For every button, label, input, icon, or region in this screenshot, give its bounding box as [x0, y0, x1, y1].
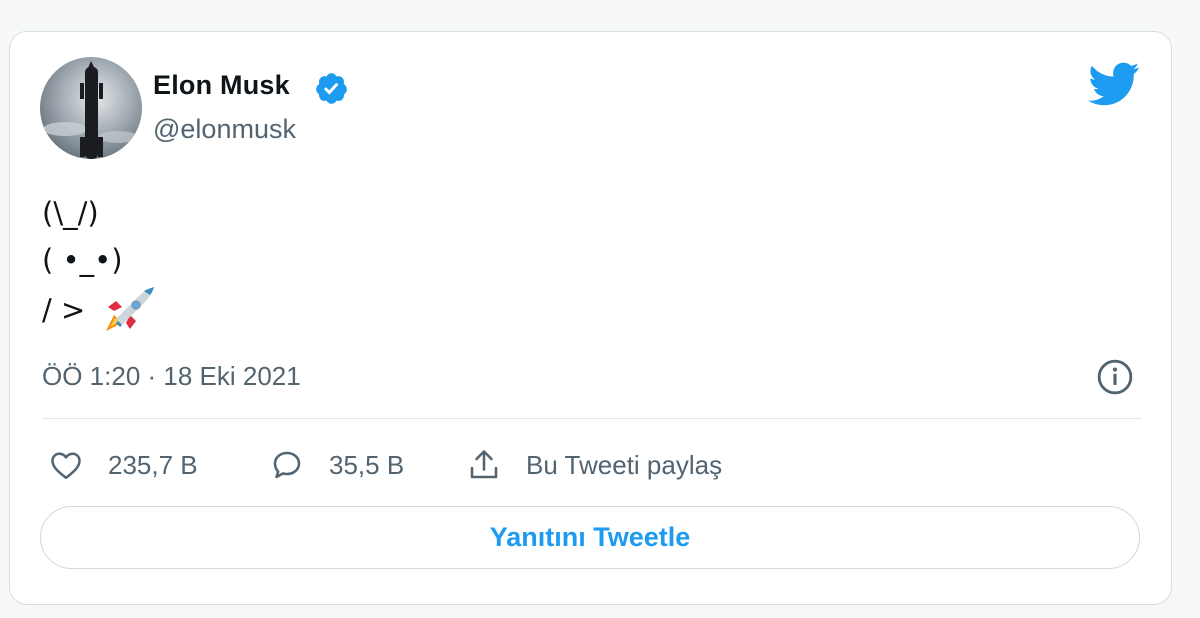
tweet-text-line-2: ( •_•)	[42, 243, 123, 277]
author-handle[interactable]: @elonmusk	[153, 114, 296, 145]
reply-action-button[interactable]: 35,5 B	[269, 445, 404, 485]
share-label: Bu Tweeti paylaş	[526, 449, 723, 480]
reply-tweet-button-label: Yanıtını Tweetle	[489, 522, 691, 552]
reply-tweet-button[interactable]: Yanıtını Tweetle	[40, 506, 1140, 569]
tweet-timestamp[interactable]: ÖÖ 1:20 · 18 Eki 2021	[42, 361, 301, 392]
heart-icon	[51, 452, 81, 480]
rocket-emoji-icon	[106, 287, 154, 331]
avatar[interactable]	[40, 57, 142, 159]
author-name[interactable]: Elon Musk	[153, 70, 290, 101]
share-icon	[470, 450, 498, 479]
tweet-text-line-1: (\_/)	[42, 196, 99, 230]
reply-icon	[273, 451, 301, 479]
like-count: 235,7 B	[108, 449, 198, 480]
tweet-text-line-3: / >	[42, 293, 86, 327]
twitter-bird-icon[interactable]	[1088, 62, 1140, 106]
like-button[interactable]: 235,7 B	[48, 445, 198, 485]
avatar-image	[40, 57, 142, 159]
divider	[42, 418, 1142, 419]
share-button[interactable]: Bu Tweeti paylaş	[466, 445, 722, 485]
reply-count: 35,5 B	[329, 449, 405, 480]
info-icon[interactable]	[1096, 358, 1134, 396]
verified-badge-icon	[316, 73, 347, 104]
